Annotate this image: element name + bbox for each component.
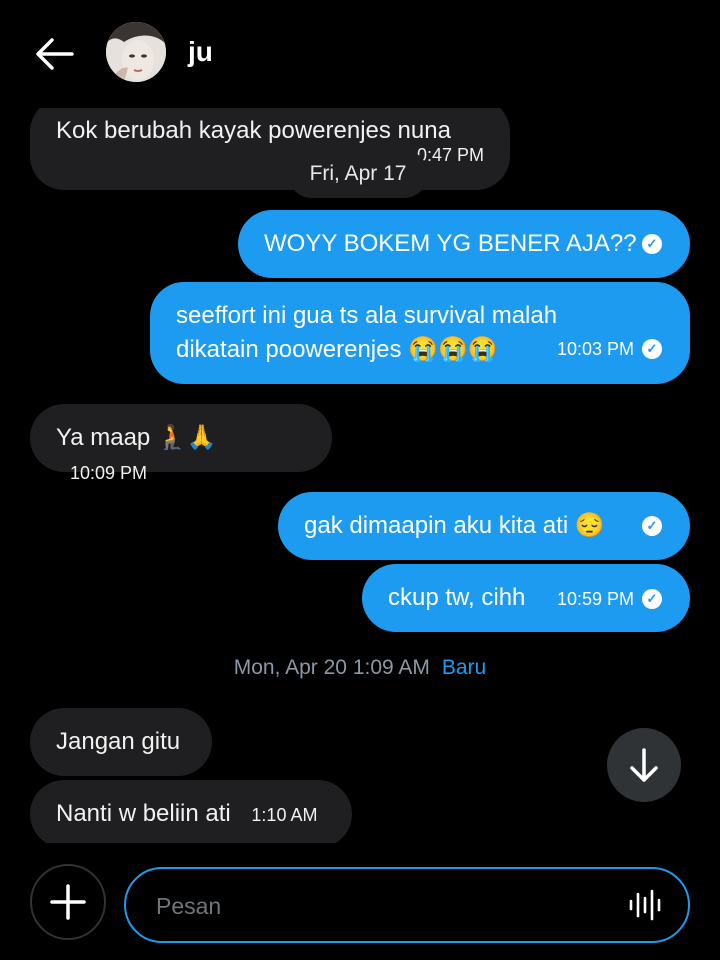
message-meta: 10:59 PM ✓: [557, 581, 662, 616]
chat-header: ju: [0, 0, 720, 108]
read-check-icon: ✓: [642, 338, 662, 359]
message-text: Jangan gitu: [56, 728, 181, 755]
message-incoming[interactable]: Jangan gitu: [30, 708, 212, 776]
plus-icon: [50, 884, 86, 920]
waveform-icon: [629, 889, 661, 921]
message-input[interactable]: [154, 887, 618, 925]
message-time: 10:09 PM: [70, 463, 148, 483]
read-check-icon: ✓: [642, 588, 662, 609]
message-text: gak dimaapin aku kita ati 😔: [304, 512, 605, 539]
message-text-line: seeffort ini gua ts ala survival malah: [176, 302, 558, 329]
message-text: WOYY BOKEM YG BENER AJA??: [264, 230, 637, 257]
message-outgoing[interactable]: ckup tw, cihh 10:59 PM ✓: [362, 564, 690, 632]
read-check-icon: ✓: [642, 516, 662, 536]
back-button[interactable]: [32, 34, 76, 74]
add-attachment-button[interactable]: [30, 864, 106, 940]
divider-date: Mon, Apr 20 1:09 AM: [233, 656, 430, 679]
read-check-icon: ✓: [642, 234, 662, 254]
message-outgoing[interactable]: gak dimaapin aku kita ati 😔 ✓: [278, 492, 690, 560]
message-time: 1:10 AM: [251, 805, 318, 825]
message-text: Ya maap 🧎🙏: [56, 424, 217, 451]
contact-avatar: [106, 22, 166, 82]
date-chip: Fri, Apr 17: [288, 150, 428, 198]
message-outgoing[interactable]: seeffort ini gua ts ala survival malah d…: [150, 282, 690, 384]
message-time: 10:03 PM: [556, 339, 634, 359]
message-outgoing[interactable]: WOYY BOKEM YG BENER AJA?? ✓: [238, 210, 690, 278]
voice-message-button[interactable]: [628, 889, 662, 921]
message-incoming[interactable]: Kok berubah kayak powerenjes nuna 0:47 P…: [30, 108, 510, 190]
scroll-to-bottom-button[interactable]: [607, 728, 681, 802]
arrow-down-icon: [630, 748, 658, 782]
message-text: Kok berubah kayak powerenjes nuna: [56, 117, 451, 144]
new-label: Baru: [441, 656, 487, 679]
contact-name[interactable]: ju: [188, 36, 213, 68]
arrow-left-icon: [36, 38, 74, 70]
message-incoming[interactable]: Nanti w beliin ati 1:10 AM: [30, 780, 352, 843]
message-incoming[interactable]: Ya maap 🧎🙏 10:09 PM: [30, 404, 332, 483]
message-meta: 10:03 PM ✓: [557, 331, 662, 366]
message-text: ckup tw, cihh: [388, 584, 526, 611]
new-messages-divider: Mon, Apr 20 1:09 AM Baru: [0, 656, 720, 680]
message-text: Nanti w beliin ati: [56, 800, 231, 827]
message-composer[interactable]: [124, 867, 690, 943]
message-time: 10:59 PM: [556, 589, 634, 609]
avatar[interactable]: [106, 22, 166, 82]
